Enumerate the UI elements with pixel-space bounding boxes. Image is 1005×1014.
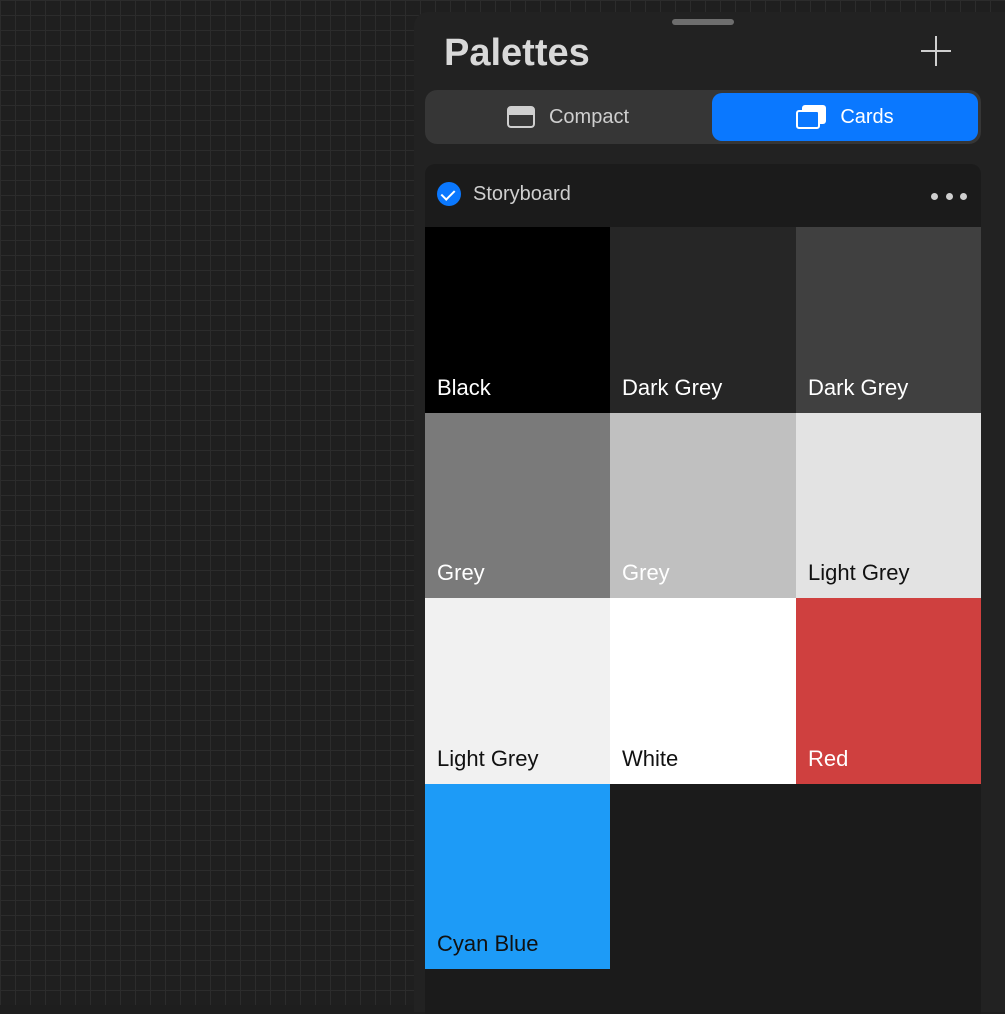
cards-view-label: Cards xyxy=(840,105,894,128)
swatch-label: Dark Grey xyxy=(808,374,909,400)
color-swatch[interactable]: Black xyxy=(425,227,610,413)
swatch-label: White xyxy=(622,745,679,771)
panel-grabber-handle[interactable] xyxy=(672,19,734,25)
palette-name: Storyboard xyxy=(473,183,571,205)
swatch-label: Red xyxy=(808,745,849,771)
cards-view-icon xyxy=(796,105,827,129)
color-swatch[interactable]: Light Grey xyxy=(425,598,610,784)
swatch-grid: Black Dark Grey Dark Grey Grey Grey Light Gre… xyxy=(425,227,981,969)
swatch-label: Cyan Blue xyxy=(437,931,539,956)
compact-view-icon xyxy=(506,106,535,128)
swatch-label: Black xyxy=(437,374,491,400)
panel-title: Palettes xyxy=(444,32,590,74)
color-swatch[interactable]: Light Grey xyxy=(796,412,981,598)
compact-view-tab[interactable]: Compact xyxy=(428,93,708,141)
cards-view-tab[interactable]: Cards xyxy=(712,93,978,141)
swatch-label: Grey xyxy=(437,560,485,585)
color-swatch[interactable]: Dark Grey xyxy=(610,227,796,413)
swatch-label: Dark Grey xyxy=(622,374,723,400)
swatch-label: Light Grey xyxy=(808,560,910,585)
palette-more-options-icon[interactable] xyxy=(931,184,967,208)
color-swatch[interactable]: Cyan Blue xyxy=(425,783,610,969)
color-swatch[interactable]: White xyxy=(610,598,796,784)
default-palette-check-icon[interactable] xyxy=(437,182,461,206)
color-swatch[interactable]: Grey xyxy=(610,412,796,598)
swatch-label: Grey xyxy=(622,560,670,585)
color-swatch[interactable]: Dark Grey xyxy=(796,227,981,413)
compact-view-label: Compact xyxy=(548,105,630,128)
color-swatch[interactable]: Grey xyxy=(425,412,610,598)
add-palette-button[interactable] xyxy=(919,34,953,68)
palette-header[interactable]: Storyboard xyxy=(425,164,981,226)
swatch-label: Light Grey xyxy=(437,745,539,771)
palettes-panel: Palettes Compact Cards Storyboard Black D… xyxy=(414,12,1005,1014)
palette-card: Storyboard Black Dark Grey Dark Grey Grey Gr… xyxy=(425,164,981,1014)
view-mode-segmented-control: Compact Cards xyxy=(425,90,981,144)
color-swatch[interactable]: Red xyxy=(796,598,981,784)
